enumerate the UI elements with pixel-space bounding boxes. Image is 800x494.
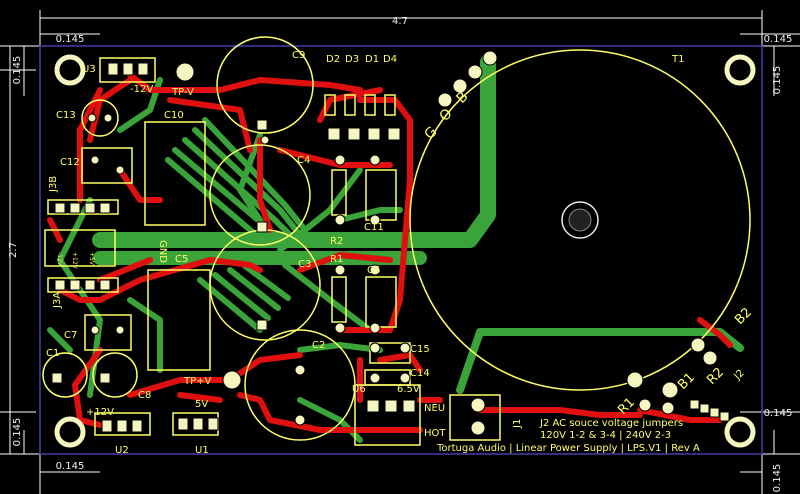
label-r2: R2 [330, 236, 343, 247]
label-minus12v: -12V [130, 84, 153, 95]
label-r2b: R2 [704, 365, 727, 388]
label-u2: U2 [115, 445, 129, 456]
label-d3: D3 [345, 54, 359, 65]
label-d4: D4 [383, 54, 397, 65]
dim-bottom-right: 0.145 [772, 464, 783, 493]
label-c6: C6 [367, 265, 380, 276]
label-6-5v: 6.5V [397, 384, 420, 395]
label-o: O [437, 106, 456, 125]
dim-left-top: 0.145 [12, 56, 23, 85]
transformer-center-mark [568, 208, 592, 232]
label-c12: C12 [60, 157, 80, 168]
label-gnd: GND [157, 240, 168, 263]
label-c9: C9 [292, 50, 305, 61]
label-u3: U3 [82, 64, 96, 75]
label-t1: T1 [671, 54, 684, 65]
dim-width: 4.7 [392, 16, 408, 27]
label-r1: R1 [330, 254, 343, 265]
label-j2: J2 [732, 368, 747, 383]
label-plus12v: +12V [86, 407, 114, 418]
label-c5: C5 [175, 254, 188, 265]
jumper-note: 120V 1-2 & 3-4 | 240V 2-3 [540, 430, 671, 441]
label-c3: C3 [298, 259, 311, 270]
label-c2: C2 [312, 340, 325, 351]
label-u1: U1 [195, 445, 209, 456]
label-c10: C10 [164, 110, 184, 121]
label-j3b: J3B [48, 176, 59, 193]
label-c15: C15 [410, 344, 430, 355]
dim-right-top: 0.145 [772, 66, 783, 95]
label-neu: NEU [424, 403, 445, 414]
dim-height: 2.7 [8, 242, 19, 258]
label-j3a: J3A [52, 292, 63, 309]
label-c13: C13 [56, 110, 76, 121]
label-j3b-pin3: +5V [88, 252, 95, 266]
footer-text: Tortuga Audio | Linear Power Supply | LP… [436, 443, 700, 454]
label-d2: D2 [326, 54, 340, 65]
label-c14: C14 [410, 368, 430, 379]
label-tppv: TP+V [183, 376, 212, 387]
dim-top-left: 0.145 [56, 34, 85, 45]
label-b2: B2 [732, 305, 755, 328]
dim-right-bottom-a: 0.145 [764, 408, 793, 419]
label-c7: C7 [64, 330, 77, 341]
label-tpv: TP-V [171, 87, 194, 98]
label-j3b-pin2: +12V [71, 252, 78, 270]
dim-top-right: 0.145 [764, 34, 793, 45]
label-j3b-pin1: -12V [56, 252, 63, 267]
label-c11: C11 [364, 222, 384, 233]
label-hot: HOT [424, 428, 446, 439]
dim-left-bottom: 0.145 [12, 418, 23, 447]
label-c1: C1 [46, 348, 59, 359]
label-d1: D1 [365, 54, 379, 65]
label-b1: B1 [675, 370, 698, 393]
label-j1: J1 [512, 419, 523, 429]
label-c4: C4 [297, 155, 310, 166]
dim-bottom-left: 0.145 [56, 461, 85, 472]
jumper-title: J2 AC souce voltage jumpers [539, 418, 683, 429]
label-c8: C8 [138, 390, 151, 401]
label-5v: 5V [195, 399, 208, 410]
label-u6: U6 [352, 384, 366, 395]
pcb-layout: 4.7 2.7 0.145 0.145 0.145 0.145 0.145 0.… [0, 10, 800, 494]
